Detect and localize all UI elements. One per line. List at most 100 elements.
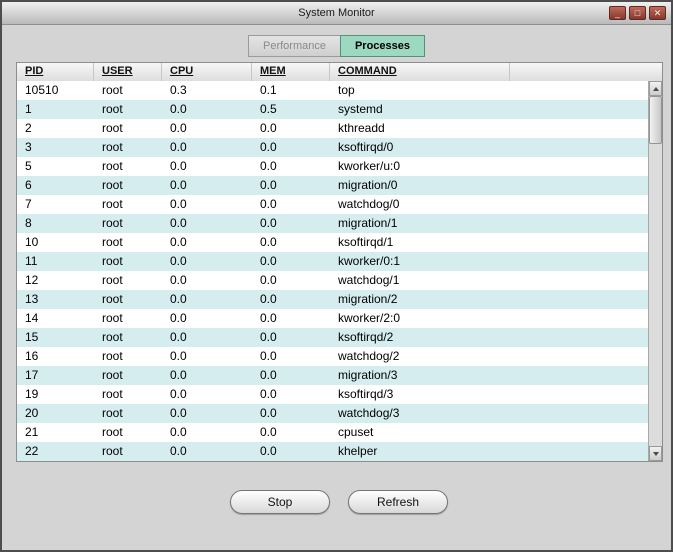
table-cell-command: cpuset — [338, 425, 374, 439]
column-header-cpu[interactable]: CPU — [162, 63, 252, 81]
table-cell-command: migration/0 — [338, 178, 398, 192]
table-row[interactable]: 15 root 0.0 0.0 ksoftirqd/2 — [17, 328, 648, 347]
table-row[interactable]: 13 root 0.0 0.0 migration/2 — [17, 290, 648, 309]
table-cell-cpu: 0.0 — [170, 444, 187, 458]
column-header-user[interactable]: USER — [94, 63, 162, 81]
table-cell-cpu: 0.0 — [170, 425, 187, 439]
table-cell-command: migration/1 — [338, 216, 398, 230]
table-cell-user: root — [102, 425, 123, 439]
close-icon: ✕ — [653, 8, 662, 18]
table-row[interactable]: 19 root 0.0 0.0 ksoftirqd/3 — [17, 385, 648, 404]
scroll-down-button[interactable] — [649, 446, 662, 461]
table-row[interactable]: 16 root 0.0 0.0 watchdog/2 — [17, 347, 648, 366]
table-cell-pid: 15 — [25, 330, 39, 344]
column-header-command[interactable]: COMMAND — [330, 63, 510, 81]
table-row[interactable]: 20 root 0.0 0.0 watchdog/3 — [17, 404, 648, 423]
table-cell-cpu: 0.0 — [170, 387, 187, 401]
process-table: PID USER CPU MEM COMMAND 10510 root 0.3 0.1… — [16, 62, 663, 462]
table-row[interactable]: 1 root 0.0 0.5 systemd — [17, 100, 648, 119]
table-cell-mem: 0.0 — [260, 349, 277, 363]
column-header-mem[interactable]: MEM — [252, 63, 330, 81]
minimize-icon: _ — [614, 8, 620, 18]
table-cell-command: watchdog/1 — [338, 273, 400, 287]
table-cell-pid: 16 — [25, 349, 39, 363]
table-row[interactable]: 17 root 0.0 0.0 migration/3 — [17, 366, 648, 385]
table-cell-cpu: 0.0 — [170, 292, 187, 306]
table-cell-user: root — [102, 140, 123, 154]
table-cell-pid: 20 — [25, 406, 39, 420]
table-row[interactable]: 6 root 0.0 0.0 migration/0 — [17, 176, 648, 195]
table-cell-cpu: 0.0 — [170, 197, 187, 211]
table-cell-pid: 3 — [25, 140, 32, 154]
minimize-button[interactable]: _ — [609, 6, 626, 20]
table-cell-cpu: 0.0 — [170, 349, 187, 363]
tab-performance[interactable]: Performance — [247, 35, 340, 57]
table-cell-cpu: 0.0 — [170, 254, 187, 268]
scroll-up-button[interactable] — [649, 81, 662, 96]
window-title: System Monitor — [298, 7, 375, 19]
scrollbar-thumb[interactable] — [649, 96, 662, 144]
table-cell-mem: 0.0 — [260, 368, 277, 382]
table-row[interactable]: 7 root 0.0 0.0 watchdog/0 — [17, 195, 648, 214]
table-cell-mem: 0.0 — [260, 197, 277, 211]
table-cell-command: migration/2 — [338, 292, 398, 306]
table-cell-mem: 0.0 — [260, 406, 277, 420]
table-cell-command: ksoftirqd/3 — [338, 387, 394, 401]
title-bar[interactable]: System Monitor _ □ ✕ — [2, 2, 671, 25]
table-row[interactable]: 5 root 0.0 0.0 kworker/u:0 — [17, 157, 648, 176]
table-row[interactable]: 12 root 0.0 0.0 watchdog/1 — [17, 271, 648, 290]
table-cell-mem: 0.0 — [260, 330, 277, 344]
table-cell-user: root — [102, 292, 123, 306]
table-row[interactable]: 10 root 0.0 0.0 ksoftirqd/1 — [17, 233, 648, 252]
stop-button[interactable]: Stop — [230, 490, 330, 514]
table-cell-pid: 6 — [25, 178, 32, 192]
table-cell-pid: 13 — [25, 292, 39, 306]
table-cell-command: ksoftirqd/1 — [338, 235, 394, 249]
column-header-filler — [510, 63, 662, 81]
table-cell-user: root — [102, 121, 123, 135]
tab-processes[interactable]: Processes — [339, 35, 426, 57]
table-cell-cpu: 0.0 — [170, 368, 187, 382]
table-cell-mem: 0.0 — [260, 254, 277, 268]
table-cell-cpu: 0.0 — [170, 178, 187, 192]
table-cell-cpu: 0.0 — [170, 273, 187, 287]
table-cell-command: top — [338, 83, 355, 97]
refresh-button[interactable]: Refresh — [348, 490, 448, 514]
table-row[interactable]: 2 root 0.0 0.0 kthreadd — [17, 119, 648, 138]
table-cell-command: ksoftirqd/0 — [338, 140, 394, 154]
table-row[interactable]: 21 root 0.0 0.0 cpuset — [17, 423, 648, 442]
table-cell-cpu: 0.0 — [170, 121, 187, 135]
table-row[interactable]: 3 root 0.0 0.0 ksoftirqd/0 — [17, 138, 648, 157]
table-cell-pid: 21 — [25, 425, 39, 439]
scroll-down-icon — [652, 451, 659, 456]
table-cell-command: ksoftirqd/2 — [338, 330, 394, 344]
table-cell-command: kworker/0:1 — [338, 254, 401, 268]
table-cell-cpu: 0.0 — [170, 102, 187, 116]
table-header: PID USER CPU MEM COMMAND — [17, 63, 662, 82]
column-header-pid[interactable]: PID — [17, 63, 94, 81]
table-cell-mem: 0.0 — [260, 140, 277, 154]
table-cell-mem: 0.0 — [260, 311, 277, 325]
table-cell-mem: 0.5 — [260, 102, 277, 116]
table-row[interactable]: 22 root 0.0 0.0 khelper — [17, 442, 648, 461]
table-row[interactable]: 14 root 0.0 0.0 kworker/2:0 — [17, 309, 648, 328]
table-row[interactable]: 11 root 0.0 0.0 kworker/0:1 — [17, 252, 648, 271]
table-cell-mem: 0.0 — [260, 216, 277, 230]
table-cell-user: root — [102, 216, 123, 230]
table-cell-cpu: 0.0 — [170, 406, 187, 420]
table-cell-cpu: 0.3 — [170, 83, 187, 97]
table-row[interactable]: 8 root 0.0 0.0 migration/1 — [17, 214, 648, 233]
table-cell-cpu: 0.0 — [170, 159, 187, 173]
table-cell-cpu: 0.0 — [170, 235, 187, 249]
table-cell-user: root — [102, 235, 123, 249]
vertical-scrollbar[interactable] — [648, 81, 662, 461]
process-table-body: 10510 root 0.3 0.1 top 1 root 0.0 0.5 systemd 2 roo… — [17, 81, 648, 461]
table-cell-mem: 0.0 — [260, 178, 277, 192]
close-button[interactable]: ✕ — [649, 6, 666, 20]
table-cell-mem: 0.1 — [260, 83, 277, 97]
table-cell-command: migration/3 — [338, 368, 398, 382]
table-cell-cpu: 0.0 — [170, 140, 187, 154]
maximize-button[interactable]: □ — [629, 6, 646, 20]
table-row[interactable]: 10510 root 0.3 0.1 top — [17, 81, 648, 100]
table-cell-user: root — [102, 178, 123, 192]
